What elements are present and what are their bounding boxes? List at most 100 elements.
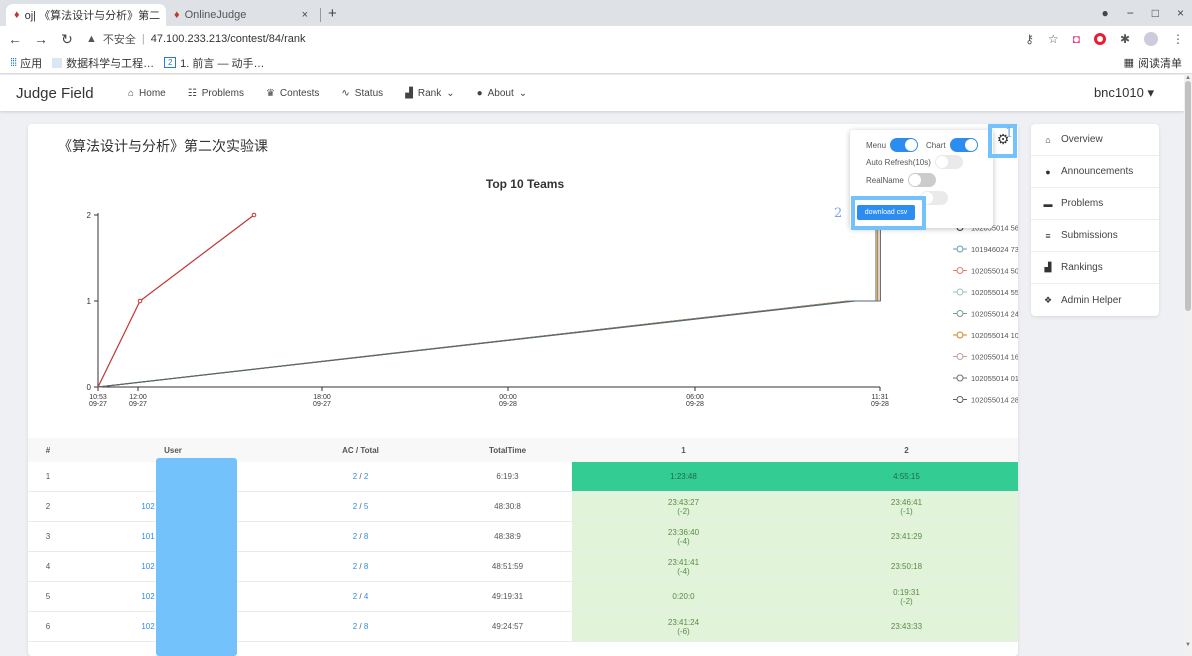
- total-time-cell: 49:19:31: [491, 592, 524, 601]
- chart-toggle-label: Chart: [926, 140, 946, 150]
- sidebar-item-problems[interactable]: ▬ Problems: [1031, 188, 1159, 220]
- sidebar-item-announcements[interactable]: ● Announcements: [1031, 156, 1159, 188]
- solve-time: 4:55:15: [893, 472, 920, 481]
- total-count[interactable]: 4: [364, 592, 368, 601]
- user-link[interactable]: 102: [141, 622, 154, 631]
- star-icon[interactable]: ☆: [1048, 32, 1059, 46]
- realname-label: RealName: [866, 175, 904, 185]
- new-tab-icon[interactable]: +: [328, 5, 337, 22]
- sidebar-item-admin-helper[interactable]: ❖ Admin Helper: [1031, 284, 1159, 316]
- legend-label: 102055014 10杨志骏: [971, 330, 1018, 340]
- reading-list-button[interactable]: ▦ 阅读清单: [1124, 55, 1182, 71]
- browser-actions: ⚷ ☆ ◘ ✱ ⋮: [1025, 32, 1184, 46]
- series-line: [97, 224, 877, 388]
- bookmark-data-science[interactable]: 数据科学与工程…: [52, 55, 154, 71]
- bar-chart-icon: ▟: [405, 87, 413, 99]
- caret-down-icon: ▾: [1147, 85, 1154, 100]
- header-ac-total: AC / Total: [342, 445, 379, 455]
- x-tick-label-date: 09-28: [871, 401, 889, 408]
- chevron-down-icon: ⌄: [518, 87, 528, 99]
- x-tick-label-time: 06:00: [686, 394, 704, 401]
- maximize-icon[interactable]: □: [1152, 6, 1159, 20]
- puzzle-icon[interactable]: ✱: [1120, 32, 1130, 46]
- chart-toggle[interactable]: [949, 138, 978, 152]
- rank-cell: 3: [45, 532, 51, 541]
- key-icon[interactable]: ⚷: [1025, 32, 1034, 46]
- close-tab-icon[interactable]: ×: [302, 9, 308, 21]
- browser-tab-active[interactable]: ♦ oj| 《算法设计与分析》第二 ×: [6, 4, 166, 26]
- legend-label: 102055014 50许瑞琪: [971, 266, 1018, 276]
- user-link[interactable]: 102: [141, 592, 154, 601]
- minimize-icon[interactable]: −: [1127, 6, 1134, 20]
- nav-rank[interactable]: ▟ Rank ⌄: [405, 88, 454, 99]
- chevron-down-icon: ⌄: [446, 87, 455, 99]
- reading-list-icon: ▦: [1123, 57, 1134, 69]
- profile-icon[interactable]: [1144, 32, 1158, 46]
- penalty: (-2): [900, 596, 913, 606]
- sidebar-item-submissions[interactable]: ≡ Submissions: [1031, 220, 1159, 252]
- site-logo[interactable]: Judge Field: [16, 85, 94, 102]
- book-icon: ▬: [1043, 198, 1053, 209]
- extension-icon[interactable]: ◘: [1073, 32, 1080, 46]
- problem-2-cell: 23:50:18: [795, 552, 1018, 581]
- legend-label: 102055014 28金浩阳: [971, 395, 1018, 405]
- url-field[interactable]: ▲ 不安全 | 47.100.233.213/contest/84/rank: [86, 31, 305, 47]
- x-tick-label-date: 09-27: [129, 401, 147, 408]
- scroll-down-icon[interactable]: ▼: [1185, 642, 1191, 648]
- total-count[interactable]: 8: [364, 562, 368, 571]
- realname-toggle[interactable]: [907, 173, 936, 187]
- forward-icon[interactable]: →: [34, 31, 48, 47]
- user-menu[interactable]: bnc1010 ▾: [1094, 85, 1154, 101]
- x-tick-label-date: 09-27: [89, 401, 107, 408]
- series-line: [97, 224, 877, 388]
- tab-title: OnlineJudge: [184, 9, 247, 21]
- scrollbar-thumb[interactable]: [1185, 81, 1191, 311]
- nav-status[interactable]: ∿ Status: [341, 88, 383, 99]
- total-count[interactable]: 5: [364, 502, 368, 511]
- reload-icon[interactable]: ↻: [60, 31, 74, 48]
- bookmarks-bar: ⁞⁞⁞ 应用 数据科学与工程… 2 1. 前言 — 动手… ▦ 阅读清单: [0, 52, 1192, 74]
- legend-marker: [956, 396, 964, 403]
- nav-home[interactable]: ⌂ Home: [128, 88, 166, 99]
- nav-about[interactable]: ● About ⌄: [477, 88, 528, 99]
- sidebar-item-rankings[interactable]: ▟ Rankings: [1031, 252, 1159, 284]
- ac-count[interactable]: 2: [353, 562, 357, 571]
- x-tick-label-date: 09-28: [499, 401, 517, 408]
- sidebar-item-overview[interactable]: ⌂ Overview: [1031, 124, 1159, 156]
- close-window-icon[interactable]: ×: [1177, 6, 1184, 20]
- main-nav: ⌂ Home ☷ Problems ♛ Contests ∿ Status ▟ …: [128, 88, 527, 99]
- nav-contests[interactable]: ♛ Contests: [266, 88, 319, 99]
- ac-count[interactable]: 2: [353, 592, 357, 601]
- ac-count[interactable]: 2: [353, 472, 357, 481]
- auto-refresh-toggle[interactable]: [934, 155, 963, 169]
- nav-problems[interactable]: ☷ Problems: [188, 88, 244, 99]
- user-link[interactable]: 102: [141, 502, 154, 511]
- page-scrollbar[interactable]: ▲ ▼: [1184, 75, 1192, 656]
- list-icon: ≡: [1045, 230, 1051, 241]
- user-link[interactable]: 102: [141, 562, 154, 571]
- back-icon[interactable]: ←: [8, 31, 22, 47]
- legend-marker: [956, 331, 964, 339]
- kebab-menu-icon[interactable]: ⋮: [1172, 32, 1184, 46]
- series-point: [251, 212, 257, 218]
- browser-tab-inactive[interactable]: ♦ OnlineJudge ×: [166, 4, 316, 26]
- user-link[interactable]: 101: [141, 532, 154, 541]
- bookmark-preface[interactable]: 2 1. 前言 — 动手…: [164, 55, 265, 71]
- ac-count[interactable]: 2: [353, 502, 357, 511]
- legend-marker: [956, 245, 964, 253]
- problem-1-cell: 23:41:41 (-4): [572, 552, 795, 581]
- penalty: (-6): [677, 626, 690, 636]
- menu-toggle[interactable]: [890, 138, 919, 152]
- y-tick-label: 0: [87, 383, 92, 392]
- legend-marker: [956, 374, 964, 382]
- account-icon[interactable]: ●: [1101, 6, 1108, 20]
- total-count[interactable]: 2: [364, 472, 368, 481]
- ac-count[interactable]: 2: [353, 622, 357, 631]
- ac-count[interactable]: 2: [353, 532, 357, 541]
- bookmark-apps[interactable]: ⁞⁞⁞ 应用: [10, 55, 42, 71]
- problem-1-cell: 23:36:40 (-4): [572, 522, 795, 551]
- opera-icon[interactable]: [1093, 33, 1106, 45]
- total-count[interactable]: 8: [364, 532, 368, 541]
- paw-icon: ❖: [1043, 294, 1053, 305]
- total-count[interactable]: 8: [364, 622, 368, 631]
